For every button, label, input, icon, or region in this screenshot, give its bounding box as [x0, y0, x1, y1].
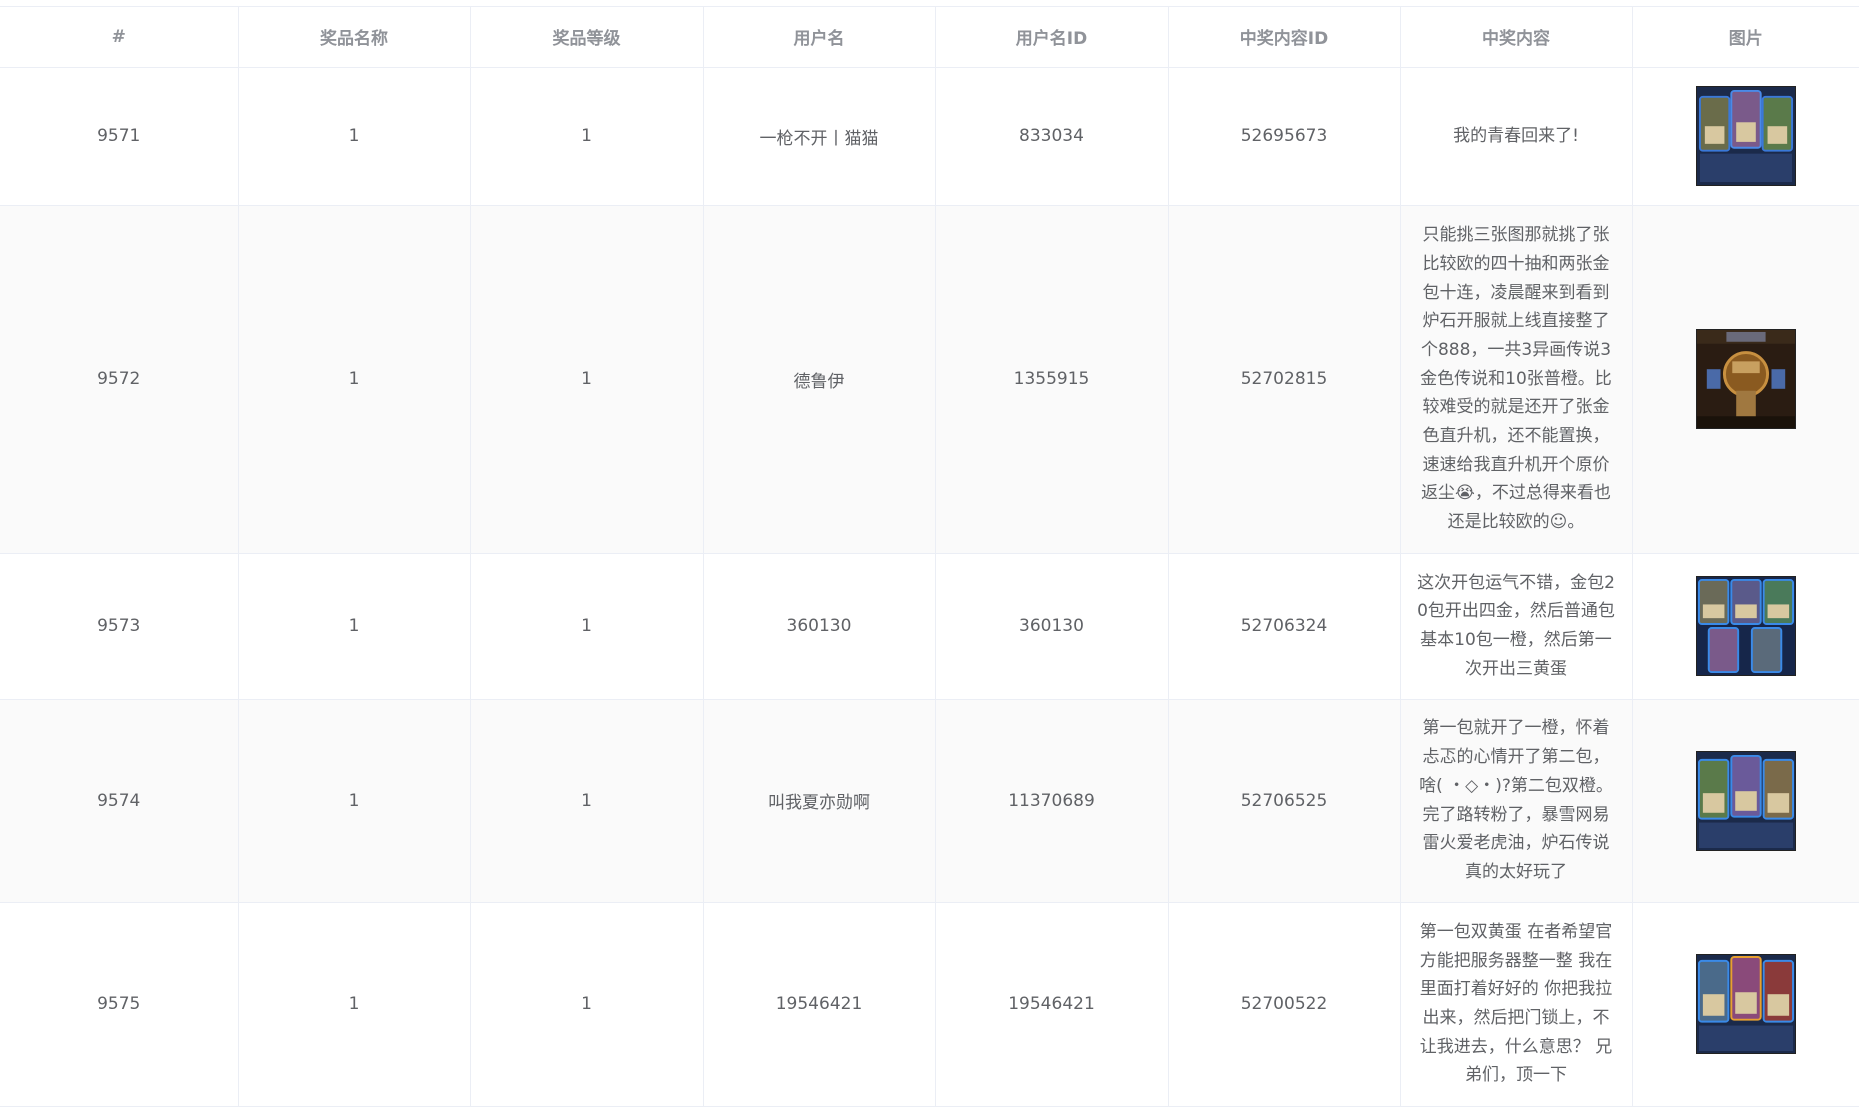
hearthstone-cards-icon: [1696, 751, 1795, 850]
cell-image: [1632, 902, 1859, 1107]
column-header-index[interactable]: #: [0, 7, 239, 68]
content-text: 第一包就开了一橙，怀着忐忑的心情开了第二包，啥( ・◇・)?第二包双橙。完了路转…: [1419, 718, 1613, 882]
cell-prize-level: 1: [470, 553, 704, 700]
table-header-row: # 奖品名称 奖品等级 用户名 用户名ID 中奖内容ID 中奖内容 图片: [0, 7, 1859, 68]
table-top-border: [0, 0, 1859, 7]
column-header-username[interactable]: 用户名: [703, 7, 936, 68]
prize-image-thumbnail[interactable]: [1695, 576, 1796, 676]
cell-index: 9571: [0, 67, 239, 206]
prize-image-thumbnail[interactable]: [1695, 329, 1796, 429]
hearthstone-cards-icon: [1696, 87, 1795, 185]
cell-prize-name: 1: [238, 67, 471, 206]
cell-prize-level: 1: [470, 67, 704, 206]
cell-index: 9573: [0, 553, 239, 700]
content-text: 只能挑三张图那就挑了张比较欧的四十抽和两张金包十连，凌晨醒来到看到炉石开服就上线…: [1420, 225, 1612, 533]
cell-user-id: 360130: [935, 553, 1169, 700]
cell-username: 一枪不开丨猫猫: [703, 67, 936, 206]
cell-prize-level: 1: [470, 902, 704, 1107]
cell-content: 这次开包运气不错，金包20包开出四金，然后普通包基本10包一橙，然后第一次开出三…: [1400, 553, 1633, 700]
cell-prize-level: 1: [470, 699, 704, 903]
cell-user-id: 11370689: [935, 699, 1169, 903]
cell-content: 第一包双黄蛋 在者希望官方能把服务器整一整 我在里面打着好好的 你把我拉出来，然…: [1400, 902, 1633, 1107]
cell-content: 第一包就开了一橙，怀着忐忑的心情开了第二包，啥( ・◇・)?第二包双橙。完了路转…: [1400, 699, 1633, 903]
cell-content-id: 52702815: [1168, 205, 1401, 554]
table-row: 9571 1 1 一枪不开丨猫猫 833034 52695673 我的青春回来了…: [0, 67, 1859, 206]
cell-username: 360130: [703, 553, 936, 700]
cell-user-id: 833034: [935, 67, 1169, 206]
table-row: 9575 1 1 19546421 19546421 52700522 第一包双…: [0, 902, 1859, 1107]
table-row: 9574 1 1 叫我夏亦勋啊 11370689 52706525 第一包就开了…: [0, 699, 1859, 903]
cell-username: 德鲁伊: [703, 205, 936, 554]
prize-image-thumbnail[interactable]: [1695, 750, 1796, 851]
column-header-image[interactable]: 图片: [1632, 7, 1859, 68]
column-header-content-id[interactable]: 中奖内容ID: [1168, 7, 1401, 68]
cell-content-id: 52700522: [1168, 902, 1401, 1107]
content-text: 我的青春回来了!: [1453, 125, 1579, 146]
cell-prize-name: 1: [238, 553, 471, 700]
cell-prize-level: 1: [470, 205, 704, 554]
cell-content-id: 52695673: [1168, 67, 1401, 206]
hearthstone-cards-icon: [1696, 577, 1795, 675]
cell-image: [1632, 699, 1859, 903]
cell-prize-name: 1: [238, 205, 471, 554]
content-text: 这次开包运气不错，金包20包开出四金，然后普通包基本10包一橙，然后第一次开出三…: [1417, 572, 1615, 679]
column-header-prize-level[interactable]: 奖品等级: [470, 7, 704, 68]
cell-index: 9574: [0, 699, 239, 903]
column-header-prize-name[interactable]: 奖品名称: [238, 7, 471, 68]
cell-username: 19546421: [703, 902, 936, 1107]
cell-username: 叫我夏亦勋啊: [703, 699, 936, 903]
cell-image: [1632, 67, 1859, 206]
hearthstone-board-icon: [1696, 330, 1795, 428]
column-header-content[interactable]: 中奖内容: [1400, 7, 1633, 68]
cell-user-id: 1355915: [935, 205, 1169, 554]
cell-content-id: 52706324: [1168, 553, 1401, 700]
cell-user-id: 19546421: [935, 902, 1169, 1107]
cell-content: 我的青春回来了!: [1400, 67, 1633, 206]
prize-image-thumbnail[interactable]: [1695, 86, 1796, 186]
cell-prize-name: 1: [238, 699, 471, 903]
column-header-user-id[interactable]: 用户名ID: [935, 7, 1169, 68]
cell-image: [1632, 553, 1859, 700]
cell-prize-name: 1: [238, 902, 471, 1107]
cell-index: 9572: [0, 205, 239, 554]
cell-index: 9575: [0, 902, 239, 1107]
prize-image-thumbnail[interactable]: [1695, 954, 1796, 1054]
table-row: 9572 1 1 德鲁伊 1355915 52702815 只能挑三张图那就挑了…: [0, 205, 1859, 554]
cell-image: [1632, 205, 1859, 554]
content-text: 第一包双黄蛋 在者希望官方能把服务器整一整 我在里面打着好好的 你把我拉出来，然…: [1419, 921, 1613, 1086]
hearthstone-cards-icon: [1696, 955, 1795, 1053]
prize-table: # 奖品名称 奖品等级 用户名 用户名ID 中奖内容ID 中奖内容 图片 957…: [0, 7, 1859, 1107]
table-row: 9573 1 1 360130 360130 52706324 这次开包运气不错…: [0, 553, 1859, 700]
cell-content: 只能挑三张图那就挑了张比较欧的四十抽和两张金包十连，凌晨醒来到看到炉石开服就上线…: [1400, 205, 1633, 554]
cell-content-id: 52706525: [1168, 699, 1401, 903]
